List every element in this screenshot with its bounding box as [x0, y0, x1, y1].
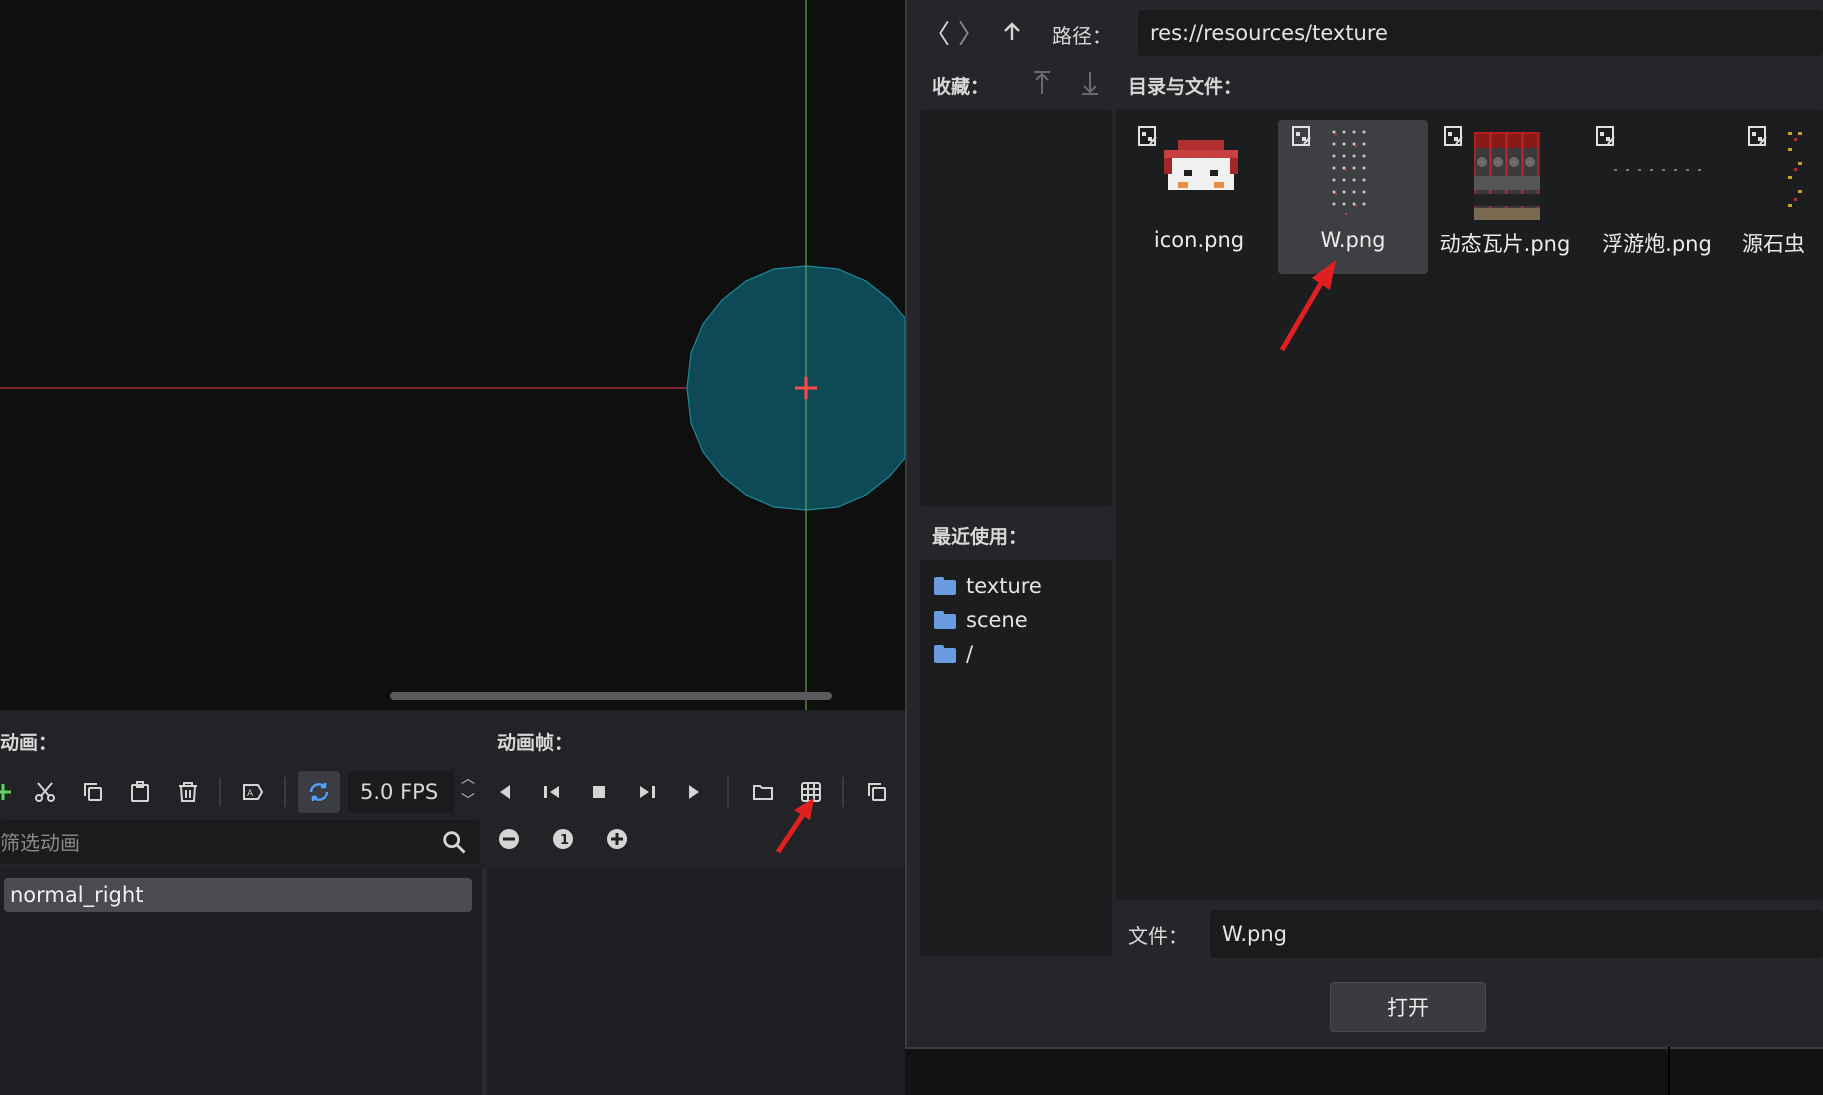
loop-toggle-icon[interactable]	[298, 771, 340, 813]
file-name: 浮游炮.png	[1602, 232, 1712, 256]
source-worm-thumbnail	[1788, 132, 1802, 207]
fps-value: 5.0 FPS	[360, 780, 439, 804]
svg-text:1: 1	[560, 833, 569, 848]
stop-icon[interactable]	[582, 775, 616, 809]
fps-stepper[interactable]: ︿ ﹀	[458, 768, 478, 814]
add-animation-icon[interactable]	[0, 775, 20, 809]
filter-animations-field[interactable]	[0, 820, 480, 866]
favorites-label: 收藏：	[932, 76, 990, 98]
image-file-icon	[1292, 126, 1311, 146]
recent-item-label: /	[966, 642, 974, 666]
recent-item-texture[interactable]: texture	[934, 570, 1042, 602]
play-forward-icon[interactable]	[630, 775, 664, 809]
viewport-canvas	[0, 0, 905, 710]
move-favorite-down-icon[interactable]	[1078, 70, 1102, 96]
folder-icon	[934, 611, 956, 629]
recent-item-root[interactable]: /	[934, 638, 973, 670]
path-label: 路径：	[1052, 24, 1112, 48]
file-tile-dynamic-tiles[interactable]: 动态瓦片.png	[1430, 120, 1580, 274]
icon-png-thumbnail	[1164, 140, 1238, 190]
fps-spinbox[interactable]: 5.0 FPS	[348, 771, 454, 813]
file-name-input[interactable]: W.png	[1210, 910, 1823, 958]
back-icon[interactable]: 〈	[924, 14, 950, 51]
file-name-value: W.png	[1222, 922, 1287, 946]
image-file-icon	[1444, 126, 1463, 146]
favorites-list[interactable]	[920, 110, 1112, 506]
chevron-up-icon[interactable]: ︿	[458, 768, 478, 790]
play-backwards-icon[interactable]	[535, 775, 569, 809]
file-tile-source-worm[interactable]: 源石虫	[1734, 120, 1823, 274]
search-icon	[440, 828, 468, 856]
forward-icon[interactable]: 〉	[958, 14, 984, 51]
toolbar-separator	[842, 777, 844, 807]
horizontal-scrollbar[interactable]	[390, 692, 832, 700]
recent-item-label: texture	[966, 574, 1042, 598]
frames-area[interactable]	[487, 868, 905, 1095]
open-button[interactable]: 打开	[1330, 982, 1486, 1032]
filter-animations-input[interactable]	[0, 820, 432, 866]
path-value: res://resources/texture	[1150, 21, 1388, 45]
dynamic-tiles-thumbnail	[1474, 132, 1540, 220]
folder-icon	[934, 645, 956, 663]
annotation-arrow	[1279, 260, 1336, 352]
recent-label: 最近使用：	[932, 526, 1028, 548]
image-file-icon	[1748, 126, 1767, 146]
toolbar-separator	[219, 777, 221, 807]
move-favorite-up-icon[interactable]	[1030, 70, 1054, 96]
cut-icon[interactable]	[28, 775, 62, 809]
paste-icon[interactable]	[123, 775, 157, 809]
file-tile-icon[interactable]: icon.png	[1124, 120, 1274, 274]
animations-label: 动画：	[0, 732, 58, 754]
dirs-files-label: 目录与文件：	[1128, 76, 1243, 98]
copy-icon[interactable]	[76, 775, 110, 809]
w-png-thumbnail	[1332, 130, 1366, 215]
animation-name: normal_right	[10, 883, 144, 907]
svg-text:A: A	[247, 789, 254, 799]
animation-list-item[interactable]: normal_right	[4, 878, 472, 912]
zoom-in-icon[interactable]	[600, 822, 634, 856]
annotation-arrow	[775, 798, 814, 854]
background-divider	[1668, 1047, 1670, 1095]
duplicate-frame-icon[interactable]	[860, 775, 894, 809]
recent-item-scene[interactable]: scene	[934, 604, 1028, 636]
delete-icon[interactable]	[171, 775, 205, 809]
file-name: 源石虫	[1742, 232, 1805, 256]
chevron-down-icon[interactable]: ﹀	[458, 790, 478, 812]
file-label: 文件：	[1128, 924, 1188, 948]
file-name: icon.png	[1153, 228, 1245, 252]
image-file-icon	[1596, 126, 1615, 146]
folder-icon	[934, 577, 956, 595]
autoplay-icon[interactable]: A	[236, 775, 270, 809]
zoom-out-icon[interactable]	[492, 822, 526, 856]
canvas-viewport[interactable]	[0, 0, 905, 710]
play-from-start-icon[interactable]	[677, 775, 711, 809]
go-up-icon[interactable]	[1000, 20, 1024, 44]
file-name: W.png	[1320, 228, 1386, 252]
frames-label: 动画帧：	[497, 732, 574, 754]
floating-cannon-thumbnail	[1614, 169, 1701, 171]
file-tile-w[interactable]: W.png	[1278, 120, 1428, 274]
play-backwards-from-end-icon[interactable]	[488, 775, 522, 809]
toolbar-separator	[284, 777, 286, 807]
path-input[interactable]: res://resources/texture	[1138, 10, 1823, 56]
zoom-reset-icon[interactable]: 1	[546, 822, 580, 856]
file-name: 动态瓦片.png	[1439, 232, 1571, 256]
file-tile-floating-cannon[interactable]: 浮游炮.png	[1582, 120, 1732, 274]
recent-item-label: scene	[966, 608, 1028, 632]
toolbar-separator	[727, 777, 729, 807]
